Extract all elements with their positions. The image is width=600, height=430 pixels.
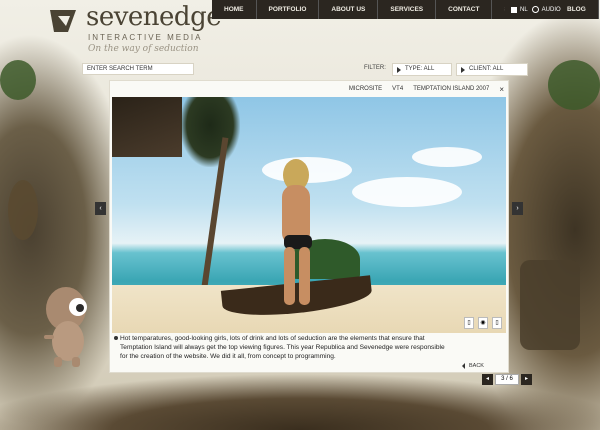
- breadcrumb: MICROSITE VT4 TEMPTATION ISLAND 2007 ×: [110, 81, 508, 97]
- breadcrumb-client[interactable]: VT4: [392, 86, 403, 92]
- client-filter-value: CLIENT: ALL: [469, 66, 504, 72]
- audio-toggle[interactable]: AUDIO: [531, 6, 561, 13]
- prev-arrow-button[interactable]: ‹: [95, 202, 106, 215]
- project-description: Hot temparatures, good-looking girls, lo…: [120, 335, 445, 360]
- type-filter-value: TYPE: ALL: [405, 66, 435, 72]
- document-icon[interactable]: ▯: [464, 317, 474, 329]
- nav-services[interactable]: SERVICES: [378, 0, 437, 19]
- mascot-illustration: [44, 287, 87, 367]
- close-icon[interactable]: ×: [499, 85, 504, 94]
- client-filter-select[interactable]: CLIENT: ALL: [456, 63, 528, 76]
- back-label: BACK: [469, 363, 484, 369]
- project-panel: MICROSITE VT4 TEMPTATION ISLAND 2007 × ▯…: [110, 81, 508, 372]
- language-toggle[interactable]: NL: [511, 6, 528, 13]
- speaker-icon: [531, 6, 539, 13]
- filter-label: FILTER:: [364, 65, 386, 71]
- play-arrow-icon: [461, 66, 465, 73]
- flag-icon: [511, 6, 517, 13]
- media-icons: ▯ ◉ ▯: [464, 317, 502, 329]
- nav-portfolio[interactable]: PORTFOLIO: [257, 0, 320, 19]
- nav-home[interactable]: HOME: [212, 0, 257, 19]
- figure-illustration: [282, 159, 312, 305]
- next-arrow-button[interactable]: ›: [512, 202, 523, 215]
- pager-count: 3 / 6: [495, 374, 519, 385]
- nav-contact[interactable]: CONTACT: [436, 0, 493, 19]
- play-arrow-icon: [397, 66, 401, 73]
- pager: ◂ 3 / 6 ▸: [482, 374, 532, 385]
- photo-icon[interactable]: ◉: [478, 317, 488, 329]
- nav-about-us[interactable]: ABOUT US: [319, 0, 379, 19]
- foliage-left: [0, 60, 36, 100]
- back-arrow-icon: [462, 363, 465, 369]
- logo-icon: [50, 10, 76, 32]
- pager-prev-button[interactable]: ◂: [482, 374, 493, 385]
- audio-label: AUDIO: [541, 6, 561, 13]
- page-icon[interactable]: ▯: [492, 317, 502, 329]
- breadcrumb-section[interactable]: MICROSITE: [349, 86, 382, 92]
- type-filter-select[interactable]: TYPE: ALL: [392, 63, 452, 76]
- ruins-right: [520, 260, 580, 350]
- logo-name[interactable]: sevenedge: [86, 2, 222, 32]
- logo-subtitle: INTERACTIVE MEDIA: [88, 33, 203, 42]
- logo-tagline: On the way of seduction: [88, 44, 199, 54]
- search-input[interactable]: ENTER SEARCH TERM: [82, 63, 194, 75]
- bullet-icon: [114, 336, 118, 340]
- project-image: [112, 97, 506, 333]
- rock-left: [8, 180, 38, 240]
- language-label: NL: [520, 6, 528, 13]
- foliage-right: [548, 60, 600, 110]
- pager-next-button[interactable]: ▸: [521, 374, 532, 385]
- breadcrumb-title: TEMPTATION ISLAND 2007: [413, 86, 490, 92]
- utility-bar: NL AUDIO: [505, 0, 567, 19]
- back-button[interactable]: BACK: [462, 363, 484, 369]
